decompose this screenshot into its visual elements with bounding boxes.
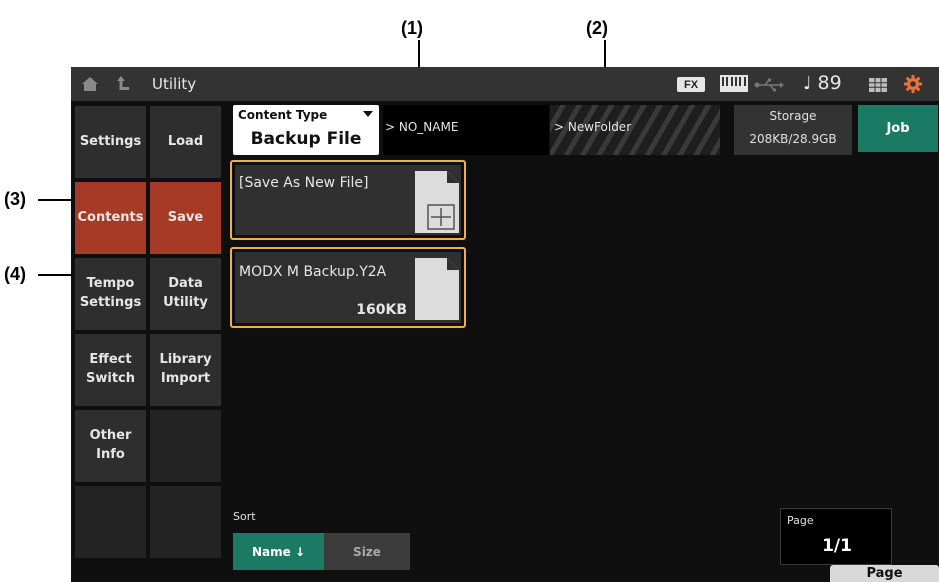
job-label: Job — [886, 121, 910, 136]
page-value: 1/1 — [822, 536, 852, 556]
nav-library-import[interactable]: Library Import — [150, 334, 221, 406]
page-title: Utility — [152, 75, 197, 93]
nav-effect-switch[interactable]: Effect Switch — [75, 334, 146, 406]
page-label: Page — [787, 514, 814, 527]
back-arrow-icon[interactable] — [113, 74, 133, 94]
nav-empty-2 — [150, 410, 221, 482]
fx-label: FX — [683, 78, 699, 91]
sort-size-button[interactable]: Size — [324, 533, 410, 570]
content-type-label: Content Type — [238, 108, 328, 122]
callout-2: (2) — [586, 18, 608, 38]
nav-empty-3 — [150, 486, 221, 558]
note-icon: ♩ — [803, 72, 812, 94]
home-icon[interactable] — [80, 75, 100, 93]
top-bar: Utility FX ♩ 89 — [71, 67, 939, 101]
backup-file-name: MODX M Backup.Y2A — [239, 264, 387, 280]
grid-icon[interactable] — [869, 77, 887, 92]
page-button-label: Page — [866, 566, 903, 581]
usb-icon — [754, 77, 784, 92]
keyboard-icon[interactable] — [720, 75, 748, 92]
subfolder-path[interactable]: > NewFolder — [550, 105, 720, 155]
settings-gear-icon[interactable] — [904, 75, 922, 93]
nav-data-utility[interactable]: Data Utility — [150, 258, 221, 330]
backup-file-tile[interactable]: MODX M Backup.Y2A 160KB — [235, 252, 461, 323]
save-as-new-file-tile[interactable]: [Save As New File] — [235, 165, 461, 235]
sort-name-button[interactable]: Name ↓ — [233, 533, 324, 570]
storage-value: 208KB/28.9GB — [749, 132, 837, 146]
storage-label: Storage — [769, 109, 817, 123]
nav-empty-1 — [75, 486, 146, 558]
backup-file-size: 160KB — [356, 302, 407, 318]
file-icon — [415, 258, 459, 320]
content-type-value: Backup File — [250, 129, 362, 149]
current-folder-label: > NO_NAME — [385, 120, 459, 134]
subfolder-label: > NewFolder — [554, 120, 632, 134]
save-as-new-file-label: [Save As New File] — [239, 175, 369, 191]
device-screen: Utility FX ♩ 89 Settings Contents Tempo … — [71, 67, 939, 582]
callout-1: (1) — [401, 18, 423, 38]
fx-badge[interactable]: FX — [677, 77, 705, 92]
job-button[interactable]: Job — [858, 105, 938, 152]
storage-indicator: Storage 208KB/28.9GB — [734, 105, 852, 155]
sort-name-label: Name ↓ — [251, 544, 305, 559]
new-file-icon — [415, 171, 459, 233]
current-folder-path[interactable]: > NO_NAME — [383, 105, 549, 155]
dropdown-arrow-icon — [363, 111, 373, 117]
page-indicator: Page 1/1 — [780, 508, 892, 565]
nav-settings[interactable]: Settings — [75, 106, 146, 178]
content-type-selector[interactable]: Content Type Backup File — [233, 105, 379, 155]
callout-3: (3) — [4, 189, 26, 209]
nav-other-info[interactable]: Other Info — [75, 410, 146, 482]
tempo-value: 89 — [817, 72, 842, 94]
nav-load[interactable]: Load — [150, 106, 221, 178]
nav-tempo-settings[interactable]: Tempo Settings — [75, 258, 146, 330]
callout-4: (4) — [4, 264, 26, 284]
nav-save[interactable]: Save — [150, 182, 221, 254]
sort-label: Sort — [233, 510, 256, 523]
nav-contents[interactable]: Contents — [75, 182, 146, 254]
sort-size-label: Size — [353, 544, 381, 559]
tempo-display[interactable]: ♩ 89 — [803, 72, 842, 94]
page-button[interactable]: Page — [830, 565, 939, 582]
